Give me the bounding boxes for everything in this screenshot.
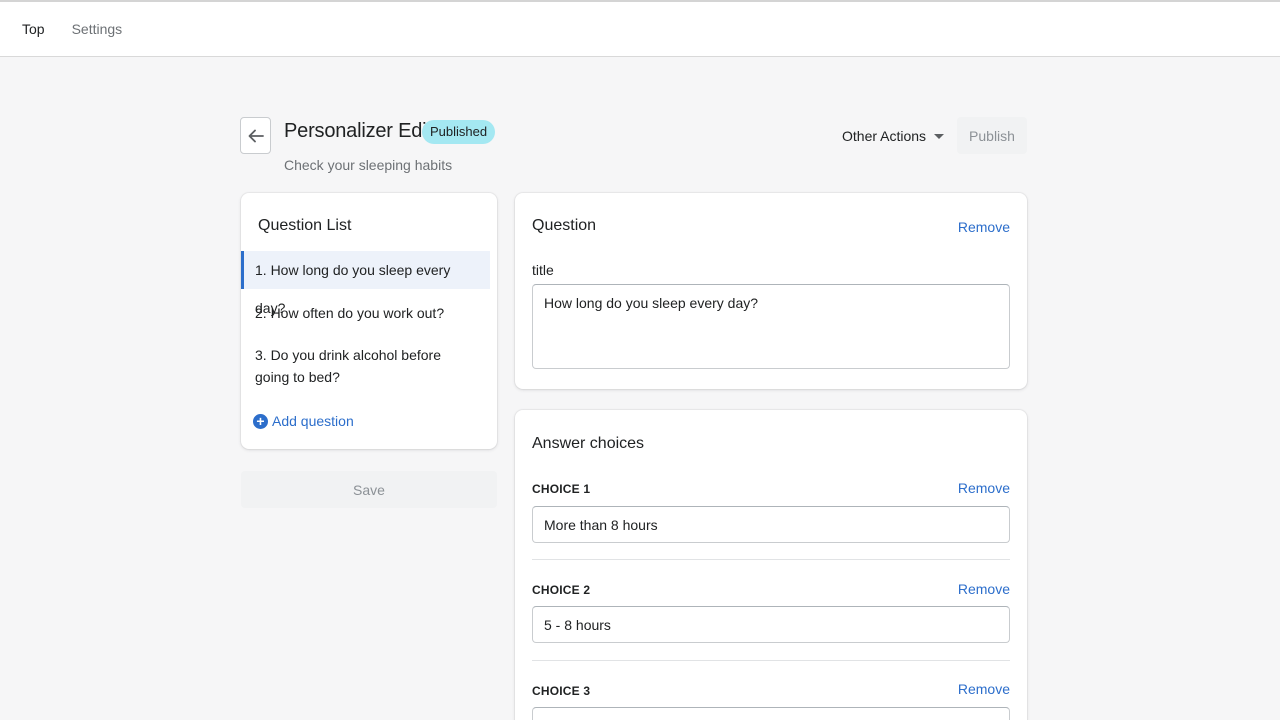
choice-label: CHOICE 3 [532,684,591,698]
answer-choices-card: Answer choices CHOICE 1 Remove CHOICE 2 … [515,410,1027,720]
top-nav-bar: Top Settings [0,0,1280,57]
publish-button[interactable]: Publish [957,117,1027,154]
answer-choices-title: Answer choices [532,435,645,452]
page-title: Personalizer Edit [284,120,432,142]
remove-question-link[interactable]: Remove [958,219,1010,235]
other-actions-dropdown[interactable]: Other Actions [842,126,945,146]
question-title-textarea[interactable]: How long do you sleep every day? [532,284,1010,369]
choice-input[interactable] [532,707,1010,720]
remove-choice-link[interactable]: Remove [958,581,1010,597]
divider [532,660,1010,661]
question-list-item[interactable]: 1. How long do you sleep every day? [241,251,490,316]
status-badge: Published [422,120,496,144]
choice-input[interactable] [532,506,1010,543]
divider [532,559,1010,560]
back-button[interactable] [240,117,271,154]
question-list-item[interactable]: 3. Do you drink alcohol before going to … [241,344,490,388]
choice-label: CHOICE 1 [532,482,591,496]
nav-item-top[interactable]: Top [22,21,45,37]
save-button[interactable]: Save [241,471,497,508]
question-card: Question Remove title How long do you sl… [515,193,1027,389]
caret-down-icon [934,133,945,139]
add-question-label: Add question [272,413,354,429]
other-actions-label: Other Actions [842,128,927,144]
choice-input[interactable] [532,606,1010,643]
add-question-button[interactable]: + Add question [253,413,354,429]
arrow-left-icon [248,129,264,142]
question-list-title: Question List [258,217,352,234]
nav-item-settings[interactable]: Settings [72,21,123,37]
question-list-card: Question List 1. How long do you sleep e… [241,193,497,449]
choice-label: CHOICE 2 [532,583,591,597]
title-field-label: title [532,262,554,278]
page-subtitle: Check your sleeping habits [284,157,453,173]
question-list-item[interactable]: 2. How often do you work out? [241,302,490,324]
remove-choice-link[interactable]: Remove [958,681,1010,697]
plus-circle-icon: + [253,413,268,429]
question-card-title: Question [532,217,597,234]
remove-choice-link[interactable]: Remove [958,480,1010,496]
